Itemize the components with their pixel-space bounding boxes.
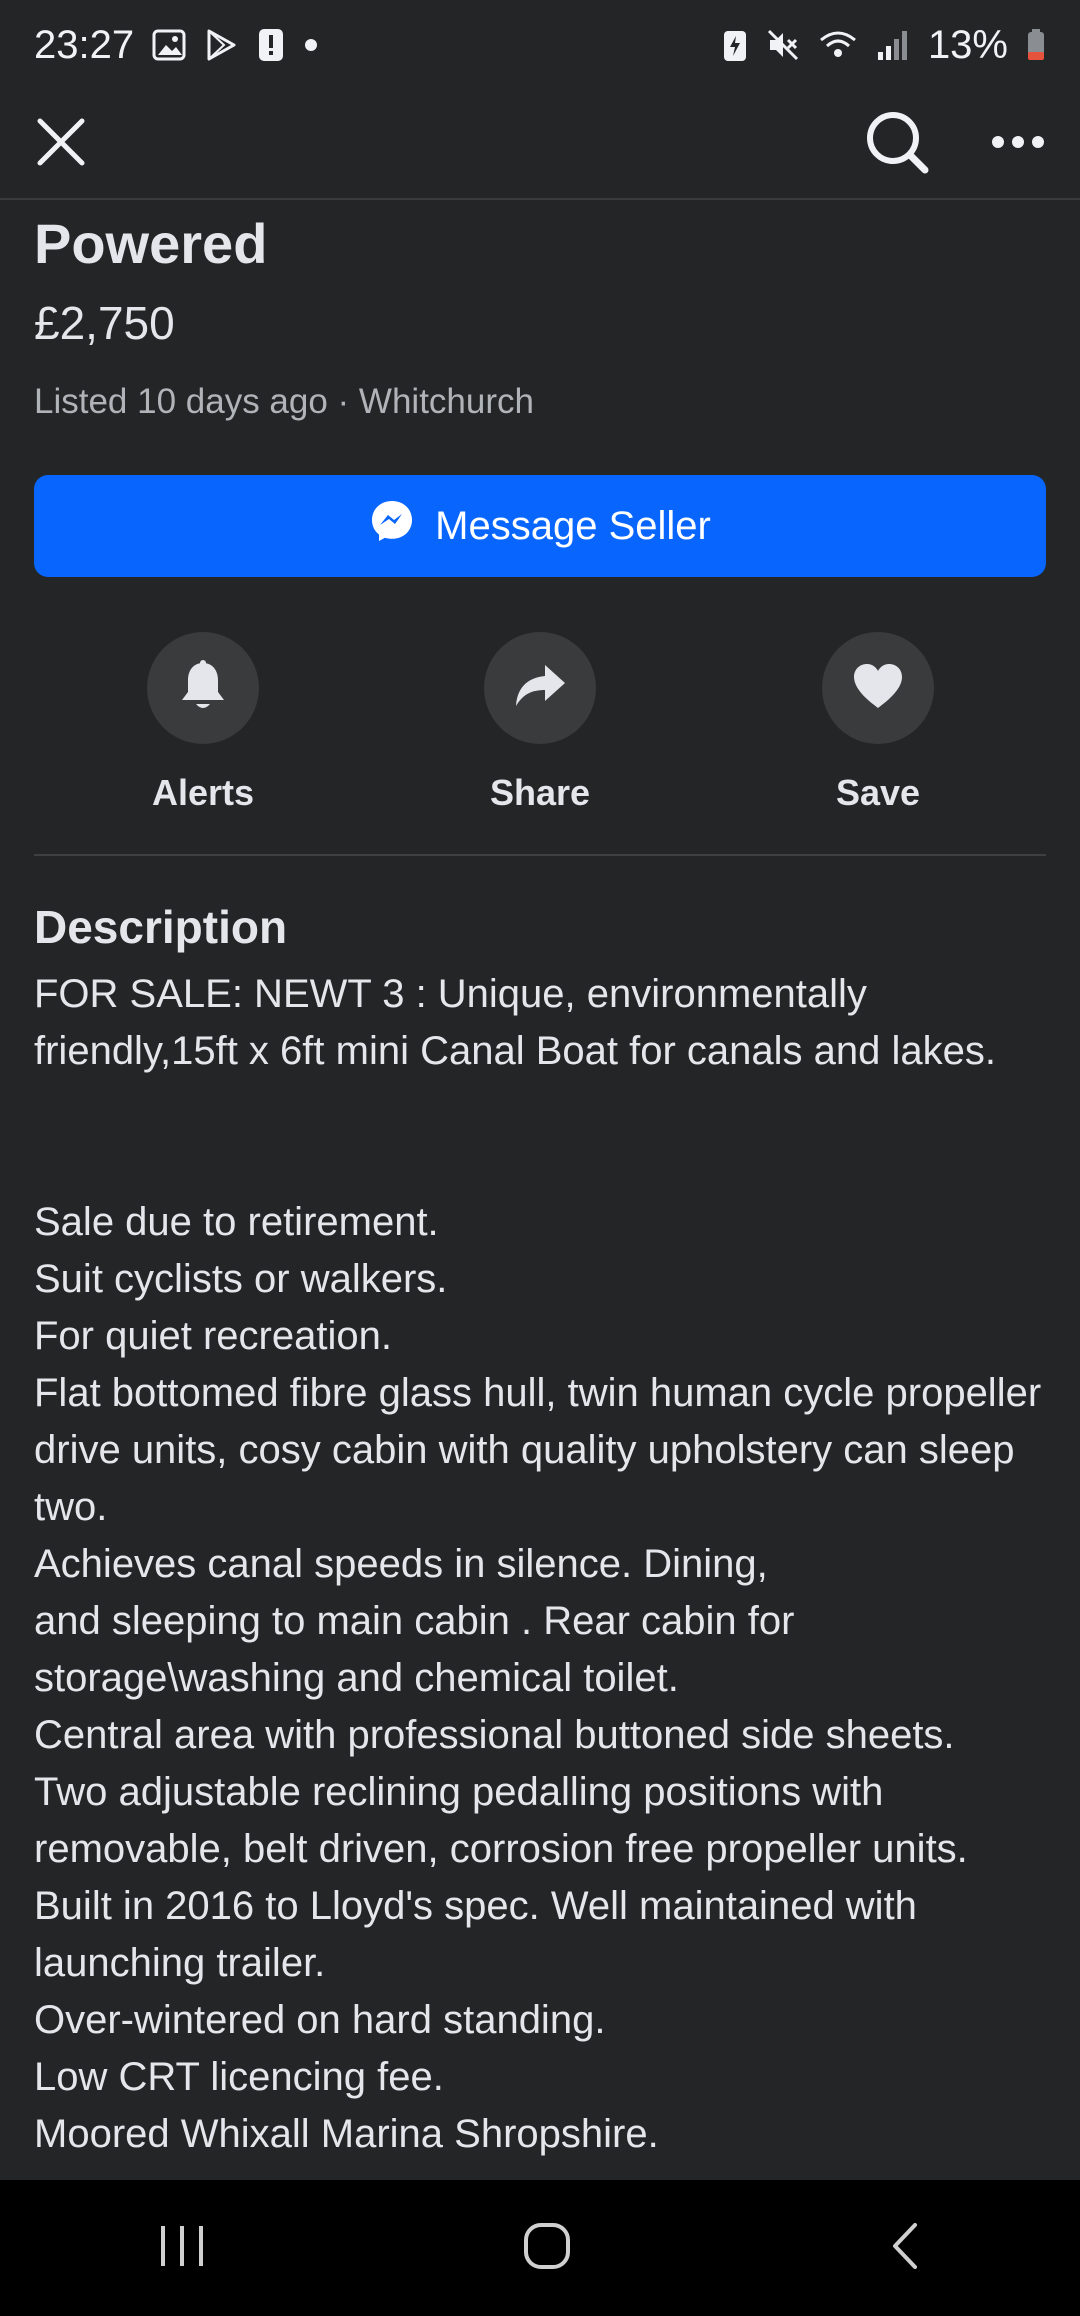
save-circle[interactable] <box>822 632 934 744</box>
search-icon[interactable] <box>864 109 930 180</box>
description-heading: Description <box>34 901 288 953</box>
status-left: 23:27 <box>34 23 318 68</box>
message-seller-label: Message Seller <box>435 503 711 548</box>
home-icon[interactable] <box>522 2221 572 2276</box>
save-label: Save <box>835 772 921 813</box>
heart-icon <box>850 661 906 716</box>
description-body: FOR SALE: NEWT 3 : Unique, environmental… <box>34 972 1042 2156</box>
battery-percent: 13% <box>927 22 1008 67</box>
play-store-icon <box>204 28 238 62</box>
listing-price: £2,750 <box>34 297 175 349</box>
battery-icon <box>1026 28 1046 62</box>
back-icon[interactable] <box>887 2221 923 2276</box>
recent-apps-icon[interactable] <box>157 2223 207 2274</box>
share-action[interactable]: Share <box>440 632 640 814</box>
wifi-icon <box>818 28 858 62</box>
alerts-label: Alerts <box>151 772 255 813</box>
top-bar-actions <box>864 109 1046 180</box>
section-divider <box>34 854 1046 856</box>
message-seller-button[interactable]: Message Seller <box>34 475 1046 577</box>
status-bar: 23:27 13% <box>0 0 1080 90</box>
gallery-icon <box>152 28 186 62</box>
notification-dot-icon <box>304 38 318 52</box>
share-circle[interactable] <box>484 632 596 744</box>
signal-icon <box>876 28 910 62</box>
messenger-icon <box>369 498 415 554</box>
system-nav-bar <box>0 2180 1080 2316</box>
share-label: Share <box>489 772 591 813</box>
listing-meta: Listed 10 days ago · Whitchurch <box>34 382 534 421</box>
top-bar <box>0 90 1080 198</box>
status-time: 23:27 <box>34 22 135 67</box>
alerts-circle[interactable] <box>147 632 259 744</box>
status-right: 13% <box>722 23 1046 68</box>
more-icon[interactable] <box>990 134 1046 155</box>
close-icon[interactable] <box>34 115 88 174</box>
listing-content[interactable]: 2016 Canal Boat Self-Build Human Powered… <box>0 200 1080 2180</box>
share-arrow-icon <box>512 662 568 715</box>
battery-saver-icon <box>722 28 748 62</box>
action-row: Alerts Share Save <box>0 632 1080 814</box>
save-action[interactable]: Save <box>778 632 978 814</box>
bell-icon <box>177 659 229 718</box>
alert-icon <box>256 28 286 62</box>
listing-title: 2016 Canal Boat Self-Build Human Powered <box>34 200 949 275</box>
alerts-action[interactable]: Alerts <box>103 632 303 814</box>
mute-icon <box>766 28 800 62</box>
